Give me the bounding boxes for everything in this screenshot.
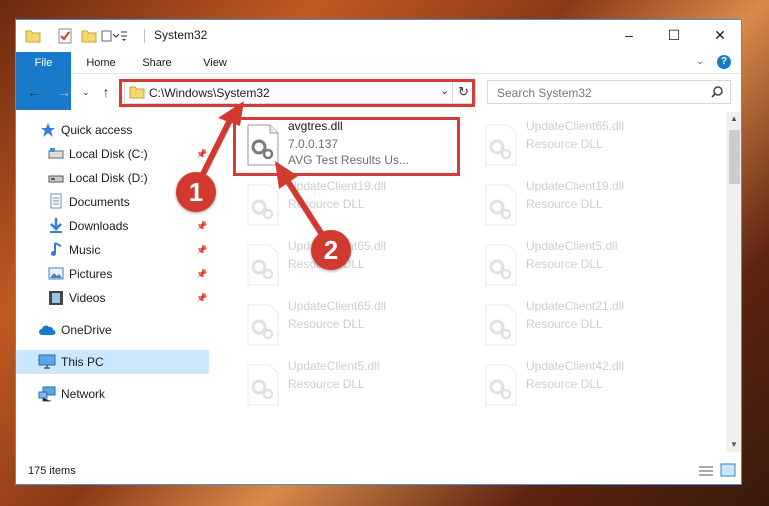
arrow-overlay [199,101,326,238]
callout-1: 1 [176,172,216,212]
callout-2: 2 [311,230,351,270]
